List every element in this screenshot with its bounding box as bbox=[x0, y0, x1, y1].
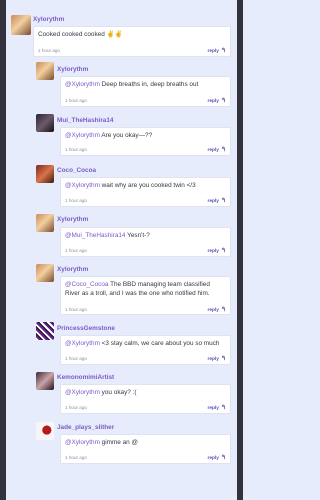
comment-time: 1 hour ago bbox=[65, 198, 87, 203]
avatar[interactable] bbox=[36, 264, 54, 282]
comment-author[interactable]: Xylorythm bbox=[57, 266, 88, 273]
comment-text: @Xylorythm <3 stay calm, we care about y… bbox=[65, 340, 220, 347]
reply-button[interactable]: reply ↰ bbox=[208, 146, 227, 153]
comment-time: 1 hour ago bbox=[65, 405, 87, 410]
avatar[interactable] bbox=[36, 62, 54, 80]
comment-card: Cooked cooked cooked ✌️✌️ 1 hour ago rep… bbox=[33, 26, 231, 57]
comment-author[interactable]: Xylorythm bbox=[33, 16, 64, 23]
comment-card: @Mui_TheHashira14 Yesn't-? 1 hour ago re… bbox=[60, 227, 231, 257]
comment-time: 1 hour ago bbox=[65, 356, 87, 361]
reply-arrow-icon: ↰ bbox=[220, 198, 226, 204]
comment-time: 1 hour ago bbox=[65, 455, 87, 460]
reply-arrow-icon: ↰ bbox=[220, 307, 226, 313]
comment-author[interactable]: Coco_Cocoa bbox=[57, 167, 96, 174]
reply-arrow-icon: ↰ bbox=[220, 455, 226, 461]
avatar[interactable] bbox=[36, 114, 54, 132]
comment-author[interactable]: Xylorythm bbox=[57, 66, 88, 73]
comment-text: @Xylorythm wait why are you cooked twin … bbox=[65, 182, 196, 189]
reply-button[interactable]: reply ↰ bbox=[208, 197, 227, 204]
comment-card: @Xylorythm you okay? :( 1 hour ago reply… bbox=[60, 384, 231, 414]
reply-arrow-icon: ↰ bbox=[220, 98, 226, 104]
reply-arrow-icon: ↰ bbox=[220, 48, 226, 54]
comment-author[interactable]: Jade_plays_slither bbox=[57, 424, 114, 431]
comment-card: @Xylorythm wait why are you cooked twin … bbox=[60, 177, 231, 207]
comment-author[interactable]: KemonomimiArtist bbox=[57, 374, 114, 381]
comment-author[interactable]: Mui_TheHashira14 bbox=[57, 117, 113, 124]
comment-card: @Coco_Cocoa The BBD managing team classi… bbox=[60, 276, 231, 315]
reply-button[interactable]: reply ↰ bbox=[208, 247, 227, 254]
reply-button[interactable]: reply ↰ bbox=[208, 404, 227, 411]
reply-button[interactable]: reply ↰ bbox=[208, 97, 227, 104]
comment-text: @Xylorythm you okay? :( bbox=[65, 389, 137, 396]
reply-button[interactable]: reply ↰ bbox=[208, 47, 227, 54]
comment-card: @Xylorythm <3 stay calm, we care about y… bbox=[60, 335, 231, 365]
comment-text: @Coco_Cocoa The BBD managing team classi… bbox=[65, 281, 210, 297]
avatar[interactable] bbox=[36, 322, 54, 340]
avatar[interactable] bbox=[36, 372, 54, 390]
comment-author[interactable]: PrincessGemstone bbox=[57, 325, 115, 332]
comment-card: @Xylorythm Are you okay—?? 1 hour ago re… bbox=[60, 127, 231, 156]
comment-time: 1 hour ago bbox=[65, 98, 87, 103]
reply-button[interactable]: reply ↰ bbox=[208, 355, 227, 362]
comment-card: @Xylorythm Deep breaths in, deep breaths… bbox=[60, 76, 231, 107]
avatar[interactable] bbox=[11, 15, 31, 35]
comment-text: @Xylorythm gimme an @ bbox=[65, 439, 139, 446]
reply-button[interactable]: reply ↰ bbox=[208, 306, 227, 313]
reply-button[interactable]: reply ↰ bbox=[208, 454, 227, 461]
reply-arrow-icon: ↰ bbox=[220, 147, 226, 153]
avatar[interactable] bbox=[36, 214, 54, 232]
comment-time: 1 hour ago bbox=[65, 248, 87, 253]
avatar[interactable] bbox=[36, 165, 54, 183]
comment-thread: Xylorythm Cooked cooked cooked ✌️✌️ 1 ho… bbox=[0, 0, 243, 500]
comment-text: @Xylorythm Are you okay—?? bbox=[65, 132, 153, 139]
comment-text: @Xylorythm Deep breaths in, deep breaths… bbox=[65, 81, 199, 88]
comment-card: @Xylorythm gimme an @ 1 hour ago reply ↰ bbox=[60, 434, 231, 464]
comment-time: 1 hour ago bbox=[38, 48, 60, 53]
avatar[interactable] bbox=[36, 422, 54, 440]
comment-text: Cooked cooked cooked ✌️✌️ bbox=[38, 31, 123, 38]
comment-author[interactable]: Xylorythm bbox=[57, 216, 88, 223]
comment-text: @Mui_TheHashira14 Yesn't-? bbox=[65, 232, 150, 239]
reply-arrow-icon: ↰ bbox=[220, 405, 226, 411]
comment-time: 1 hour ago bbox=[65, 307, 87, 312]
reply-arrow-icon: ↰ bbox=[220, 248, 226, 254]
reply-arrow-icon: ↰ bbox=[220, 356, 226, 362]
comment-time: 1 hour ago bbox=[65, 147, 87, 152]
